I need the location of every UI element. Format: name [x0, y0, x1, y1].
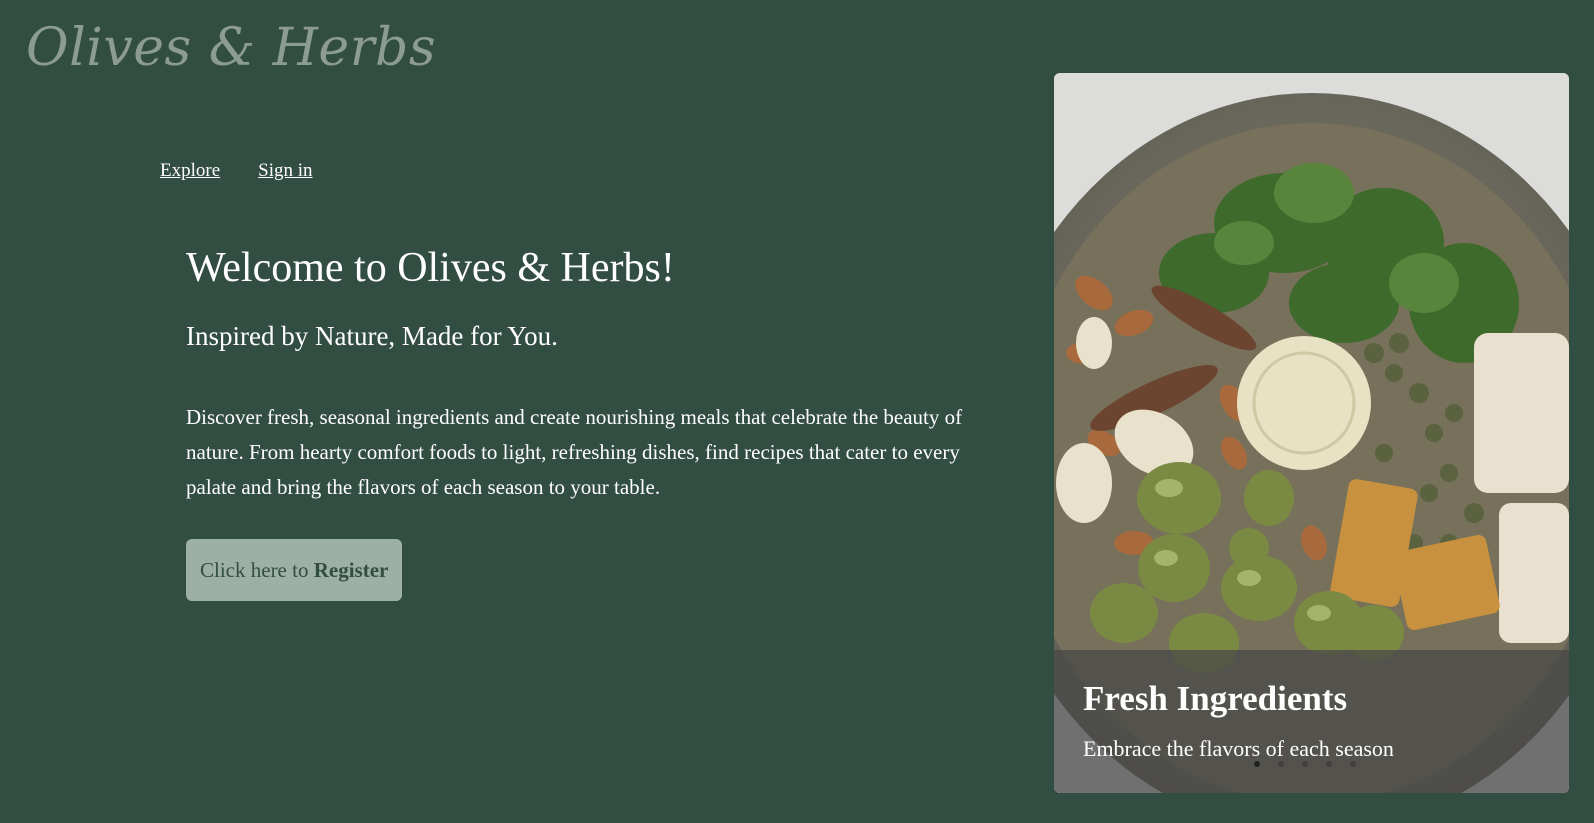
carousel-indicator-4[interactable]: [1326, 761, 1332, 767]
carousel-indicator-3[interactable]: [1302, 761, 1308, 767]
hero-description: Discover fresh, seasonal ingredients and…: [186, 405, 963, 499]
page-title: Welcome to Olives & Herbs!: [186, 245, 675, 291]
register-label: Register: [313, 558, 389, 582]
carousel-indicator-5[interactable]: [1350, 761, 1356, 767]
register-prefix: Click here to: [200, 558, 314, 582]
carousel-caption: Fresh Ingredients Embrace the flavors of…: [1054, 650, 1569, 793]
nav-sign-in-link[interactable]: Sign in: [258, 160, 312, 182]
main-nav: Explore Sign in: [160, 160, 313, 182]
carousel-indicator-2[interactable]: [1278, 761, 1284, 767]
carousel-indicators: [1254, 761, 1356, 767]
page-subtitle: Inspired by Nature, Made for You.: [186, 321, 558, 351]
site-logo[interactable]: Olives & Herbs: [26, 8, 436, 88]
hero-section: Welcome to Olives & Herbs! Inspired by N…: [186, 240, 976, 601]
nav-explore-link[interactable]: Explore: [160, 160, 220, 182]
carousel-card[interactable]: Fresh Ingredients Embrace the flavors of…: [1054, 73, 1569, 793]
caption-text: Embrace the flavors of each season: [1083, 736, 1394, 761]
register-button[interactable]: Click here to Register: [186, 539, 403, 601]
carousel-indicator-1[interactable]: [1254, 761, 1260, 767]
caption-title: Fresh Ingredients: [1083, 679, 1348, 718]
